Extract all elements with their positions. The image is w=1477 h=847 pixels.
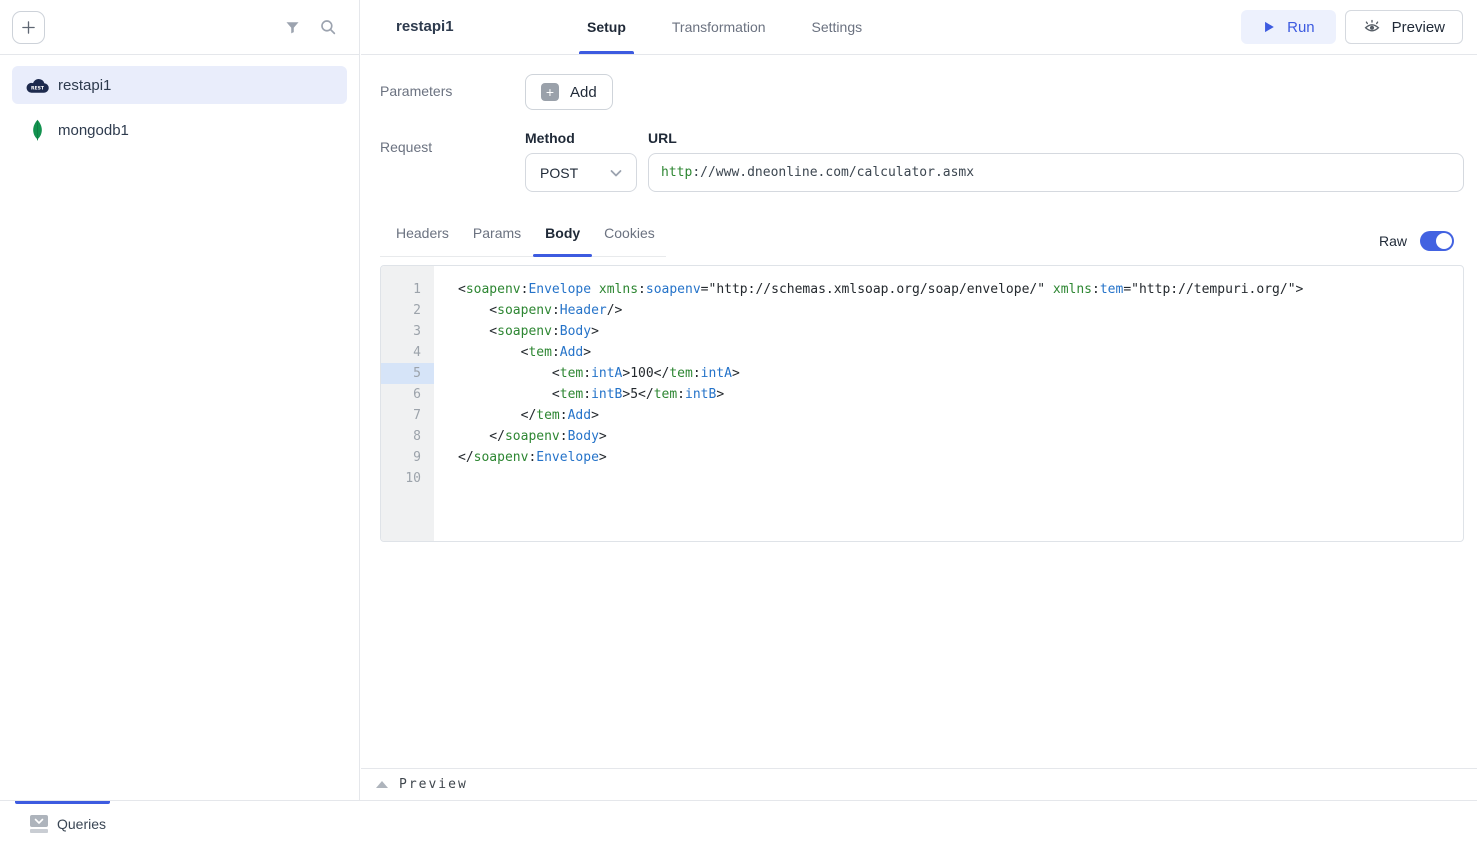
raw-toggle[interactable] — [1420, 231, 1454, 251]
mongodb-icon — [24, 119, 50, 141]
tab-params[interactable]: Params — [461, 225, 533, 256]
search-icon[interactable] — [319, 18, 337, 36]
editor-code[interactable]: <soapenv:Envelope xmlns:soapenv="http://… — [434, 266, 1463, 541]
raw-label: Raw — [1379, 233, 1407, 249]
queries-label: Queries — [57, 816, 106, 832]
plus-icon — [21, 20, 36, 35]
tab-headers[interactable]: Headers — [380, 225, 461, 256]
body-code-editor: 12345678910 <soapenv:Envelope xmlns:soap… — [380, 265, 1464, 542]
tab-transformation[interactable]: Transformation — [664, 0, 774, 54]
sidebar-toolbar — [0, 0, 359, 55]
url-scheme: http — [661, 165, 692, 180]
new-query-button[interactable] — [12, 11, 45, 44]
entity-list: REST restapi1 mongodb1 — [0, 55, 359, 160]
tab-settings[interactable]: Settings — [804, 0, 871, 54]
main-panel: restapi1 Setup Transformation Settings R… — [361, 0, 1477, 800]
request-config-tabs-row: Headers Params Body Cookies Raw — [380, 225, 1464, 257]
queries-segment[interactable]: Queries — [30, 801, 106, 847]
run-button[interactable]: Run — [1241, 10, 1336, 44]
editor-gutter: 12345678910 — [381, 266, 434, 541]
play-icon — [1262, 20, 1276, 34]
eye-icon — [1363, 19, 1381, 35]
method-field: Method POST — [525, 130, 637, 192]
method-value: POST — [540, 165, 578, 181]
entity-label: restapi1 — [58, 77, 111, 94]
sidebar-item-restapi1[interactable]: REST restapi1 — [12, 66, 347, 104]
filter-icon[interactable] — [284, 19, 301, 36]
tab-setup[interactable]: Setup — [579, 0, 634, 54]
url-field: URL http://www.dneonline.com/calculator.… — [648, 130, 1464, 192]
toggle-knob — [1436, 233, 1452, 249]
raw-toggle-group: Raw — [1379, 231, 1464, 251]
url-label: URL — [648, 130, 1464, 146]
parameters-row: Parameters + Add — [380, 74, 1464, 110]
tab-cookies[interactable]: Cookies — [592, 225, 667, 256]
bottom-bar: Queries — [0, 800, 1477, 847]
request-config-tabs: Headers Params Body Cookies — [380, 225, 666, 257]
chevron-down-icon — [608, 165, 624, 181]
svg-text:REST: REST — [30, 85, 44, 91]
method-select[interactable]: POST — [525, 153, 637, 192]
setup-form: Parameters + Add Request Method POST URL… — [361, 55, 1477, 542]
plus-square-icon: + — [541, 83, 559, 101]
add-parameter-button[interactable]: + Add — [525, 74, 613, 110]
request-row: Request Method POST URL http://www.dneon… — [380, 130, 1464, 192]
url-rest: ://www.dneonline.com/calculator.asmx — [692, 165, 974, 180]
preview-button[interactable]: Preview — [1345, 10, 1463, 44]
main-header: restapi1 Setup Transformation Settings R… — [361, 0, 1477, 55]
parameters-label: Parameters — [380, 74, 525, 99]
sidebar-item-mongodb1[interactable]: mongodb1 — [12, 111, 347, 149]
tab-body[interactable]: Body — [533, 225, 592, 256]
method-label: Method — [525, 130, 637, 146]
top-tabs: Setup Transformation Settings — [579, 0, 870, 54]
page-title: restapi1 — [396, 18, 454, 35]
response-preview-bar[interactable]: Preview — [361, 768, 1477, 800]
queries-icon — [30, 815, 48, 833]
url-input[interactable]: http://www.dneonline.com/calculator.asmx — [648, 153, 1464, 192]
preview-bar-label: Preview — [399, 777, 468, 792]
header-actions: Run Preview — [1241, 10, 1463, 44]
entity-sidebar: REST restapi1 mongodb1 — [0, 0, 360, 800]
request-label: Request — [380, 130, 525, 155]
caret-up-icon — [376, 781, 388, 788]
rest-api-icon: REST — [24, 77, 50, 94]
entity-label: mongodb1 — [58, 122, 129, 139]
